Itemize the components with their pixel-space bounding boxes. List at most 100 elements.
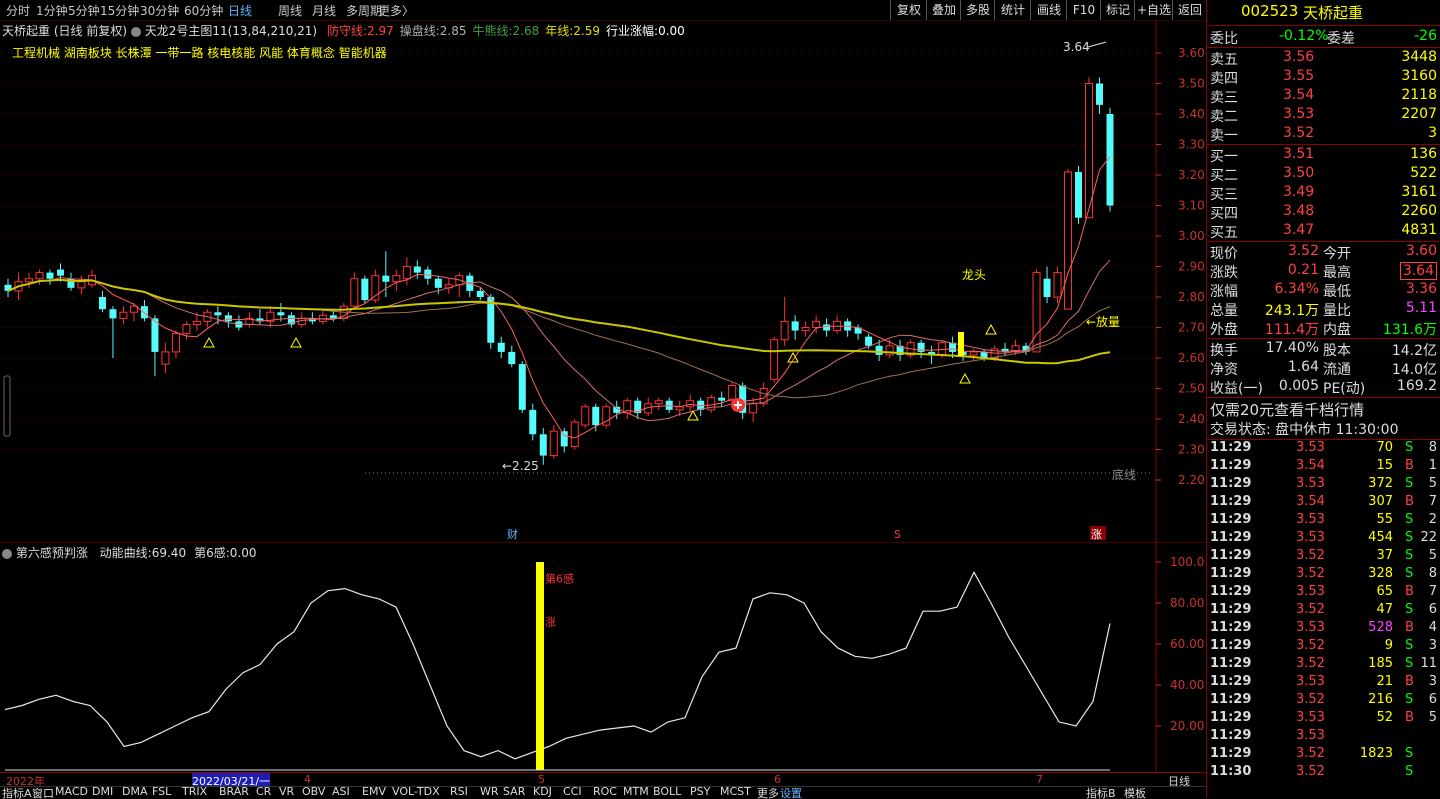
candle-body[interactable] [129,305,138,313]
candle-body[interactable] [402,266,411,280]
indicator-tab[interactable]: 设置 [780,787,802,799]
period-7[interactable]: 周线 [278,2,302,19]
scroll-handle[interactable] [3,375,11,437]
candle-body[interactable] [77,281,86,289]
indicator-tab[interactable]: CCI [563,787,582,798]
candle-body[interactable] [476,290,484,297]
period-6[interactable]: 日线 [228,2,252,19]
indicator-tab[interactable]: TRIX [182,787,207,798]
indicator-chart[interactable]: 100.0 80.00 60.00 40.00 20.00 第6感涨 [0,541,1206,772]
indicator-tab[interactable]: BOLL [653,787,681,798]
indicator-tab[interactable]: VOL-TDX [392,787,440,798]
candle-body[interactable] [214,312,222,316]
candle-body[interactable] [581,406,590,426]
candle-body[interactable] [1032,272,1041,353]
candle-body[interactable] [119,311,128,319]
candle-body[interactable] [686,400,695,408]
period-9[interactable]: 多周期 [346,2,382,19]
period-8[interactable]: 月线 [312,2,336,19]
indicator-tab[interactable]: DMI [92,787,113,798]
indicator-tab[interactable]: FSL [152,787,171,798]
candle-body[interactable] [801,327,810,332]
candle-body[interactable] [277,312,285,316]
period-2[interactable]: 5分钟 [68,2,100,19]
candle-body[interactable] [1096,83,1104,105]
period-4[interactable]: 30分钟 [140,2,179,19]
candle-body[interactable] [539,434,547,456]
candle-body[interactable] [56,269,64,276]
period-3[interactable]: 15分钟 [100,2,139,19]
candle-body[interactable] [885,345,894,356]
candle-body[interactable] [770,339,779,380]
chevron-down-icon[interactable] [2,548,12,559]
indicator-tab[interactable]: VR [279,787,294,798]
candle-body[interactable] [171,333,180,353]
candle-body[interactable] [161,351,170,365]
candle-body[interactable] [361,278,369,301]
candle-body[interactable] [350,278,359,307]
indicator-tab[interactable]: BRAR [219,787,249,798]
indicator-tab[interactable]: MACD [55,787,88,798]
indicator-tab[interactable]: 更多 [757,787,779,799]
candle-body[interactable] [749,403,758,414]
toolbar-button-3[interactable]: 统计 [994,0,1031,20]
period-10[interactable]: 更多〉 [378,2,414,19]
candle-body[interactable] [1064,171,1073,310]
candle-body[interactable] [560,431,568,447]
candle-body[interactable] [224,315,232,322]
candle-body[interactable] [780,320,789,341]
period-5[interactable]: 60分钟 [184,2,223,19]
toolbar-button-0[interactable]: 复权 [890,0,927,20]
candle-body[interactable] [938,342,947,356]
candle-body[interactable] [791,321,799,331]
toolbar-button-2[interactable]: 多股 [960,0,995,20]
indicator-tab[interactable]: ROC [593,787,617,798]
indicator-tab[interactable]: ASI [332,787,350,798]
promo-text[interactable]: 仅需20元查看千档行情 [1210,399,1364,420]
candle-body[interactable] [46,272,54,279]
indicator-title[interactable]: 第六感预判涨 [16,546,88,560]
candle-body[interactable] [329,315,337,319]
price-chart-panel[interactable]: 3.60 3.50 3.40 3.30 3.20 3.10 3.00 2.90 2.80 2.70… [0,20,1206,542]
candle-body[interactable] [823,324,831,331]
toolbar-button-8[interactable]: 返回 [1172,0,1207,20]
candle-body[interactable] [35,272,44,280]
indicator-tab[interactable]: DMA [122,787,148,798]
indicator-tab[interactable]: EMV [362,787,386,798]
candle-body[interactable] [518,364,526,410]
candle-body[interactable] [1043,278,1051,297]
candle-body[interactable] [392,275,401,283]
candle-body[interactable] [24,278,33,283]
indicator-panel[interactable]: 100.0 80.00 60.00 40.00 20.00 第6感涨 第六感预判涨 动能曲… [0,541,1206,772]
toolbar-button-7[interactable]: +自选 [1134,0,1173,20]
toolbar-button-5[interactable]: F10 [1066,0,1101,20]
toolbar-button-1[interactable]: 叠加 [926,0,961,20]
candle-body[interactable] [192,320,201,325]
candle-body[interactable] [865,336,873,346]
candle-body[interactable] [969,351,978,356]
indicator-tab[interactable]: 指标A [2,787,32,799]
indicator-b-tab[interactable]: 指标B [1086,787,1116,799]
promo-row[interactable]: 仅需20元查看千档行情 [1207,399,1440,420]
indicator-name[interactable]: 天龙2号主图11(13,84,210,21) [145,24,317,38]
indicator-tab[interactable]: RSI [450,787,468,798]
indicator-tab[interactable]: WR [480,787,499,798]
candle-body[interactable] [140,306,148,319]
toolbar-button-6[interactable]: 标记 [1100,0,1135,20]
template-tab[interactable]: 模板 [1124,787,1146,799]
candle-body[interactable] [549,430,558,457]
candle-body[interactable] [382,275,390,282]
indicator-tab[interactable]: 窗口 [32,787,54,799]
candle-body[interactable] [497,342,505,352]
candle-body[interactable] [1085,83,1094,219]
indicator-tab[interactable]: SAR [503,787,525,798]
period-0[interactable]: 分时 [6,2,30,19]
indicator-tab[interactable]: MCST [720,787,751,798]
candle-body[interactable] [718,397,726,401]
candle-body[interactable] [434,278,442,288]
candlestick-chart[interactable]: 3.60 3.50 3.40 3.30 3.20 3.10 3.00 2.90 2.80 2.70… [0,20,1206,542]
candle-body[interactable] [182,323,191,335]
candle-body[interactable] [812,320,821,328]
concept-tags[interactable]: 工程机械 湖南板块 长株潭 一带一路 核电核能 风能 体育概念 智能机器 [12,44,387,61]
candle-body[interactable] [875,345,883,355]
